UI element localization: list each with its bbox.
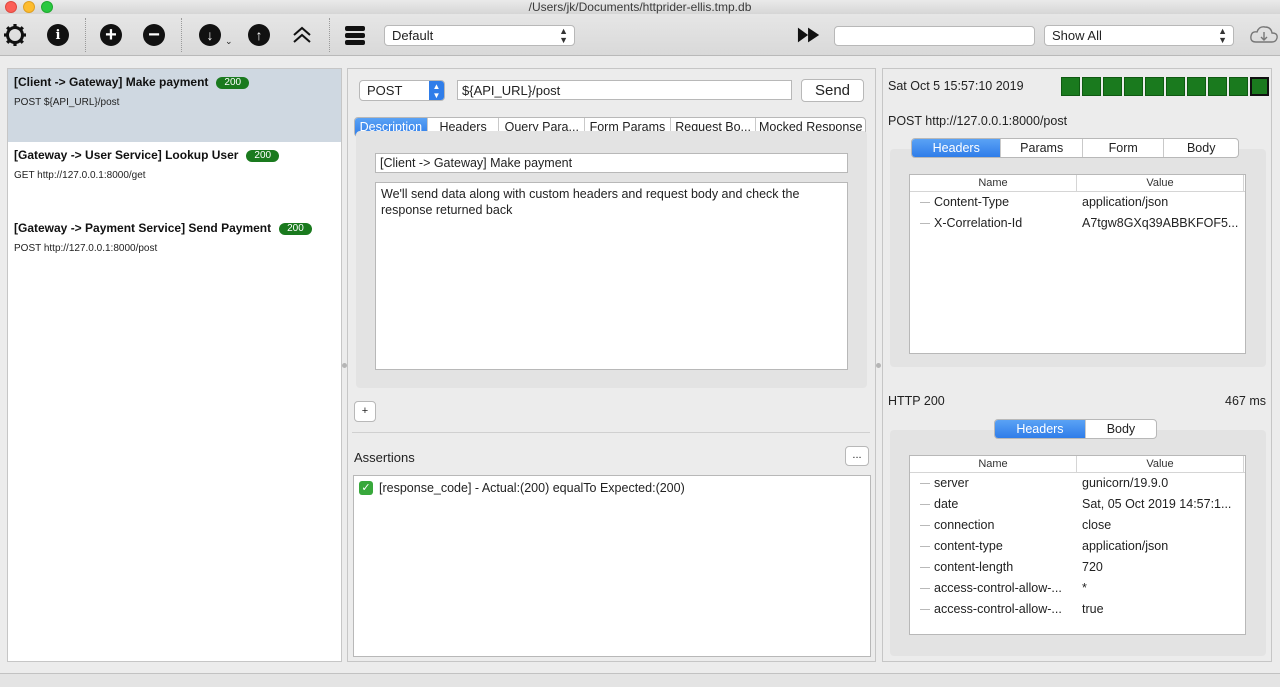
history-strip [1061, 69, 1271, 109]
request-title: [Gateway -> User Service] Lookup User [14, 148, 239, 162]
import-down-arrow-icon[interactable]: ↓ [198, 23, 222, 47]
toolbar-separator [181, 18, 182, 52]
request-detail-tabs: Headers Params Form Body [911, 138, 1239, 158]
request-title: [Client -> Gateway] Make payment [14, 75, 209, 89]
response-detail-pane: Headers Body Name Value server gunicorn/1… [890, 419, 1266, 656]
select-arrows-icon: ▲ ▼ [429, 81, 444, 100]
table-row[interactable]: access-control-allow-... * [910, 578, 1245, 599]
column-header-name[interactable]: Name [910, 175, 1077, 191]
table-row[interactable]: server gunicorn/19.9.0 [910, 473, 1245, 494]
elapsed-time: 467 ms [1225, 394, 1266, 408]
column-header-value[interactable]: Value [1077, 175, 1244, 191]
method-select[interactable]: POST ▲ ▼ [359, 80, 445, 101]
split-handle[interactable] [876, 363, 881, 368]
history-item[interactable] [1061, 77, 1080, 96]
filter-input[interactable] [834, 26, 1035, 46]
http-status: HTTP 200 [888, 394, 945, 408]
response-detail-tabs: Headers Body [994, 419, 1157, 439]
request-headers-table: Name Value Content-Type application/json … [909, 174, 1246, 354]
request-url: POST http://127.0.0.1:8000/post [14, 243, 158, 254]
history-item[interactable] [1082, 77, 1101, 96]
table-row[interactable]: content-type application/json [910, 536, 1245, 557]
history-item[interactable] [1103, 77, 1122, 96]
info-icon[interactable]: i [46, 23, 70, 47]
assertions-label: Assertions [354, 450, 415, 465]
collapse-all-icon[interactable] [290, 23, 314, 47]
request-title: [Gateway -> Payment Service] Send Paymen… [14, 221, 272, 235]
cloud-download-icon[interactable] [1249, 23, 1279, 47]
title-bar: /Users/jk/Documents/httprider-ellis.tmp.… [0, 0, 1280, 14]
run-all-icon[interactable] [797, 23, 821, 47]
list-item: ✓ [response_code] - Actual:(200) equalTo… [354, 476, 870, 500]
table-row[interactable]: Content-Type application/json [910, 192, 1245, 213]
list-item[interactable]: [Gateway -> User Service] Lookup User 200… [8, 142, 341, 215]
url-input[interactable]: ${API_URL}/post [457, 80, 792, 100]
exchange-panel: Sat Oct 5 15:57:10 2019 POST http://127.… [882, 68, 1272, 662]
table-row[interactable]: connection close [910, 515, 1245, 536]
export-up-arrow-icon[interactable]: ↑ [247, 23, 271, 47]
status-badge: 200 [216, 77, 250, 89]
history-item-selected[interactable] [1250, 77, 1269, 96]
environment-select[interactable]: Default ▲ ▼ [384, 25, 575, 46]
window-title: /Users/jk/Documents/httprider-ellis.tmp.… [528, 0, 752, 14]
toolbar-separator [85, 18, 86, 52]
list-item[interactable]: [Gateway -> Payment Service] Send Paymen… [8, 215, 341, 288]
column-header-value[interactable]: Value [1077, 456, 1244, 472]
select-arrows-icon: ▲ ▼ [1218, 26, 1227, 45]
response-headers-table: Name Value server gunicorn/19.9.0 date Sat… [909, 455, 1246, 635]
toolbar: i + − ↓ ⌄ ↑ Default ▲ ▼ Show All ▲ ▼ [0, 14, 1280, 56]
description-textarea[interactable]: We'll send data along with custom header… [375, 182, 848, 370]
request-url: POST ${API_URL}/post [14, 97, 120, 108]
window-close-button[interactable] [5, 1, 17, 13]
request-editor: POST ▲ ▼ ${API_URL}/post Send Description… [347, 68, 876, 662]
select-arrows-icon: ▲ ▼ [559, 26, 568, 45]
more-button[interactable]: ... [845, 446, 869, 466]
status-badge: 200 [279, 223, 312, 235]
add-assertion-button[interactable]: + [354, 401, 376, 422]
send-button[interactable]: Send [801, 79, 864, 102]
table-header: Name Value [910, 456, 1245, 473]
list-item[interactable]: [Client -> Gateway] Make payment 200 POST… [8, 69, 341, 142]
window-zoom-button[interactable] [41, 1, 53, 13]
request-detail-pane: Headers Params Form Body Name Value Cont… [890, 138, 1266, 367]
tab-headers[interactable]: Headers [995, 420, 1085, 438]
chevron-down-icon[interactable]: ⌄ [225, 36, 233, 47]
remove-request-icon[interactable]: − [142, 23, 166, 47]
divider [352, 432, 870, 433]
history-item[interactable] [1229, 77, 1248, 96]
assertion-text: [response_code] - Actual:(200) equalTo E… [379, 481, 685, 495]
tab-form[interactable]: Form [1081, 139, 1164, 157]
status-bar [0, 673, 1280, 687]
status-badge: 200 [246, 150, 280, 162]
tab-body[interactable]: Body [1163, 139, 1238, 157]
tab-headers[interactable]: Headers [912, 139, 1001, 157]
add-request-icon[interactable]: + [99, 23, 123, 47]
settings-gear-icon[interactable] [3, 23, 27, 47]
request-url: GET http://127.0.0.1:8000/get [14, 170, 146, 181]
history-item[interactable] [1208, 77, 1227, 96]
request-line: POST http://127.0.0.1:8000/post [888, 114, 1068, 128]
table-row[interactable]: access-control-allow-... true [910, 599, 1245, 620]
toolbar-separator [329, 18, 330, 52]
table-row[interactable]: content-length 720 [910, 557, 1245, 578]
tab-params[interactable]: Params [1000, 139, 1082, 157]
table-row[interactable]: X-Correlation-Id A7tgw8GXq39ABBKFOF5... [910, 213, 1245, 234]
column-header-name[interactable]: Name [910, 456, 1077, 472]
tab-body[interactable]: Body [1084, 420, 1156, 438]
description-pane: [Client -> Gateway] Make payment We'll s… [356, 131, 867, 388]
show-filter-select[interactable]: Show All ▲ ▼ [1044, 25, 1234, 46]
history-item[interactable] [1145, 77, 1164, 96]
history-item[interactable] [1166, 77, 1185, 96]
request-list: [Client -> Gateway] Make payment 200 POST… [7, 68, 342, 662]
table-header: Name Value [910, 175, 1245, 192]
check-icon: ✓ [359, 481, 373, 495]
window-minimize-button[interactable] [23, 1, 35, 13]
list-menu-icon[interactable] [343, 23, 367, 47]
history-item[interactable] [1124, 77, 1143, 96]
table-row[interactable]: date Sat, 05 Oct 2019 14:57:1... [910, 494, 1245, 515]
history-item[interactable] [1187, 77, 1206, 96]
exchange-timestamp: Sat Oct 5 15:57:10 2019 [888, 79, 1024, 93]
title-input[interactable]: [Client -> Gateway] Make payment [375, 153, 848, 173]
assertion-results: ✓ [response_code] - Actual:(200) equalTo… [353, 475, 871, 657]
